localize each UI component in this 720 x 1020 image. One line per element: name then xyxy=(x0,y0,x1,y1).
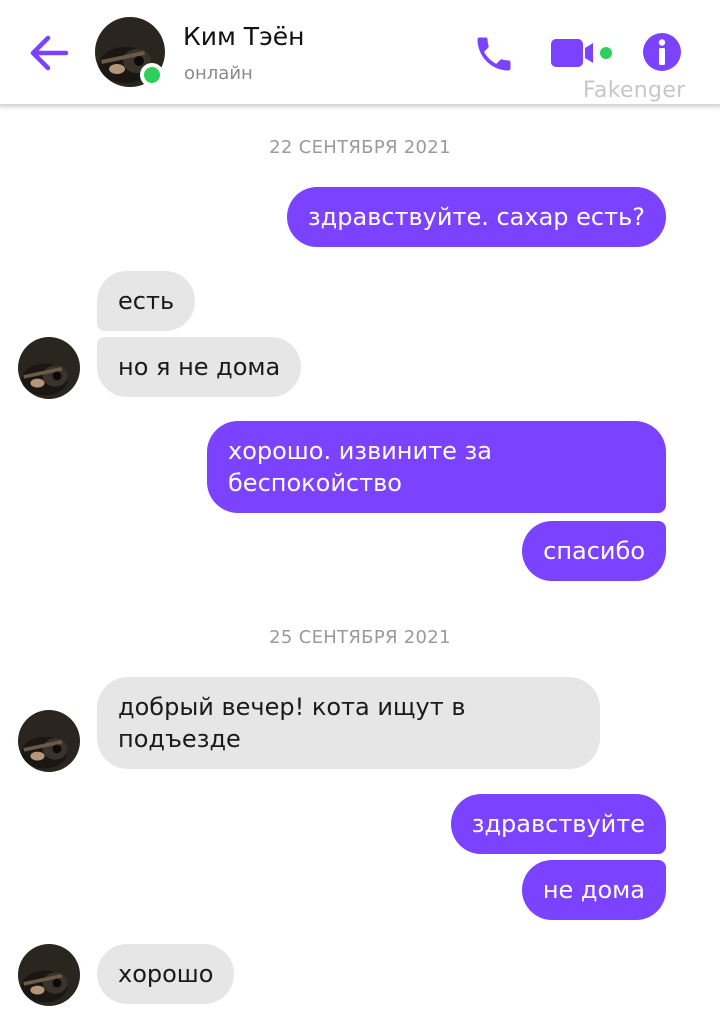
incoming-message[interactable]: есть xyxy=(97,271,196,331)
info-button[interactable] xyxy=(640,30,684,74)
outgoing-message[interactable]: спасибо xyxy=(522,521,666,581)
incoming-message[interactable]: хорошо xyxy=(97,944,235,1004)
back-button[interactable] xyxy=(26,30,72,76)
phone-icon xyxy=(477,37,511,71)
outgoing-message[interactable]: здравствуйте xyxy=(450,794,666,854)
date-separator: 22 СЕНТЯБРЯ 2021 xyxy=(269,137,451,158)
video-call-button[interactable] xyxy=(549,36,617,70)
incoming-message[interactable]: но я не дома xyxy=(97,337,302,397)
date-separator: 25 СЕНТЯБРЯ 2021 xyxy=(269,627,451,648)
watermark: Fakenger xyxy=(583,78,686,103)
chat-header: Ким Тэён онлайн Fakenger xyxy=(0,0,720,106)
call-button[interactable] xyxy=(472,32,516,76)
outgoing-message[interactable]: не дома xyxy=(521,860,666,920)
contact-name[interactable]: Ким Тэён xyxy=(183,22,305,51)
arrow-left-icon xyxy=(30,35,69,71)
info-icon xyxy=(643,33,681,71)
sender-avatar[interactable] xyxy=(18,944,80,1006)
outgoing-message[interactable]: здравствуйте. сахар есть? xyxy=(286,187,666,247)
video-camera-icon xyxy=(551,39,612,67)
contact-status: онлайн xyxy=(184,63,253,84)
outgoing-message[interactable]: хорошо. извините за беспокойство xyxy=(207,421,666,513)
sender-avatar[interactable] xyxy=(18,710,80,772)
sender-avatar[interactable] xyxy=(18,337,80,399)
incoming-message[interactable]: добрый вечер! кота ищут в подъезде xyxy=(97,677,600,769)
online-indicator xyxy=(140,63,164,87)
